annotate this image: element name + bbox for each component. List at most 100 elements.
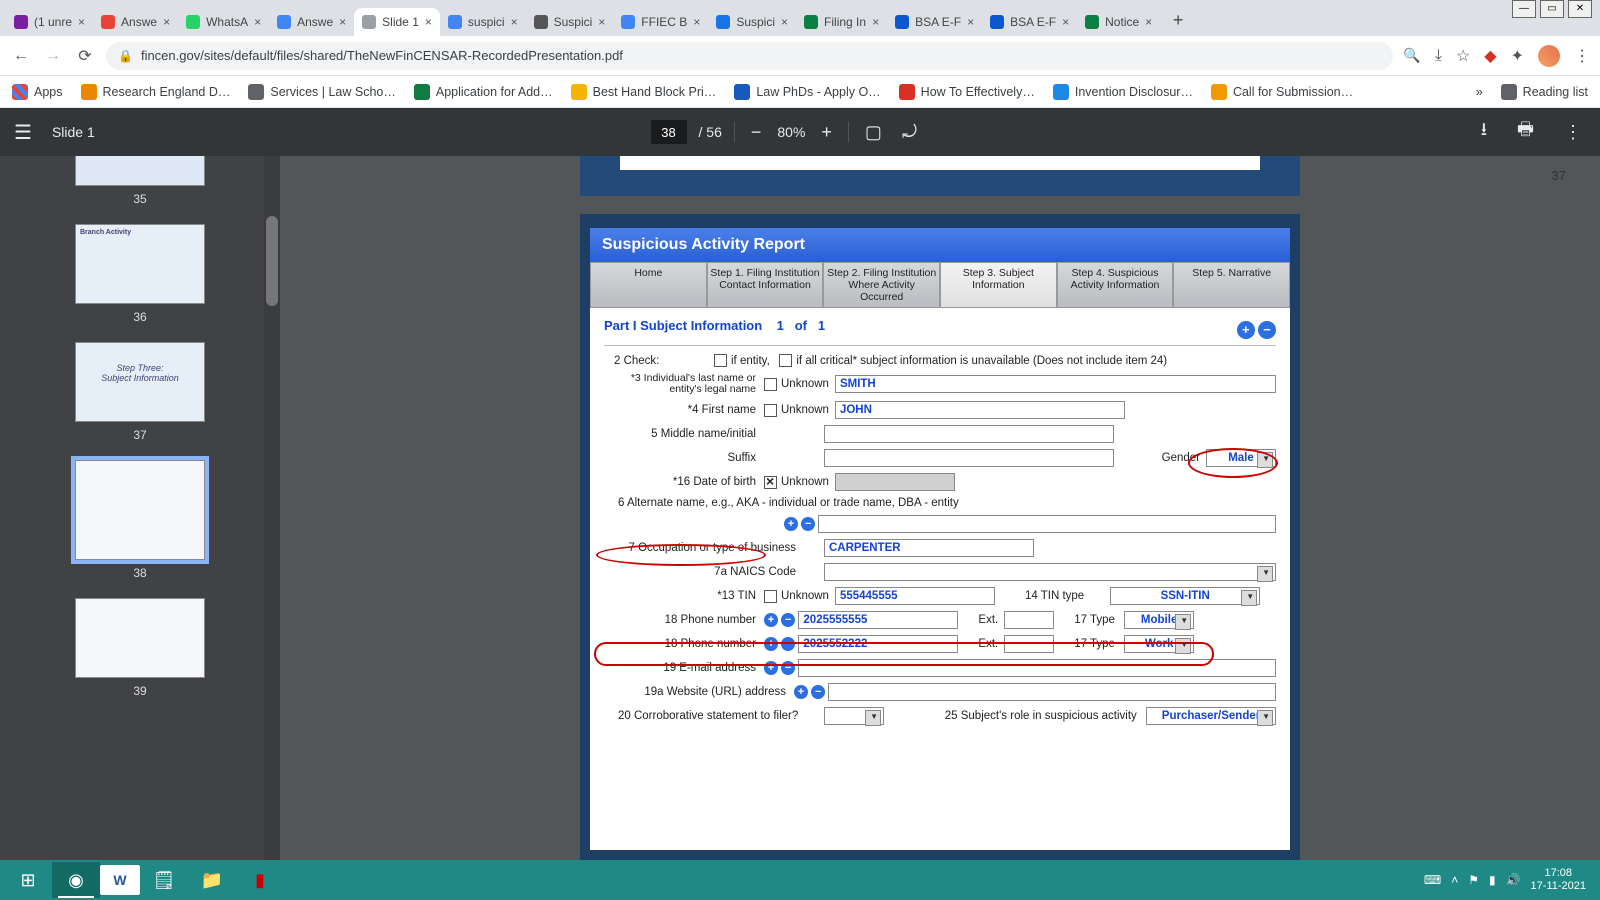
tray-volume-icon[interactable]: 🔊 xyxy=(1506,873,1521,887)
middle-input[interactable] xyxy=(824,425,1114,443)
reload-button[interactable]: ⟳ xyxy=(74,46,96,66)
phone1-input[interactable] xyxy=(798,611,958,629)
forward-button[interactable]: → xyxy=(42,47,64,65)
bookmark-item[interactable]: How To Effectively… xyxy=(899,84,1035,100)
taskbar-explorer[interactable]: 📁 xyxy=(188,862,236,898)
slide-area[interactable]: 37 Suspicious Activity Report HomeStep 1… xyxy=(280,156,1600,860)
bookmark-item[interactable]: Best Hand Block Pri… xyxy=(571,84,717,100)
firstname-unknown-checkbox[interactable] xyxy=(764,404,777,417)
tintype-select[interactable]: SSN-ITIN▼ xyxy=(1110,587,1260,605)
thumbnail-selected[interactable] xyxy=(75,460,205,560)
altname-add-button[interactable]: + xyxy=(784,517,798,531)
bookmark-item[interactable]: Application for Add… xyxy=(414,84,553,100)
maximize-button[interactable]: ▭ xyxy=(1540,0,1564,18)
tin-unknown-checkbox[interactable] xyxy=(764,590,777,603)
new-tab-button[interactable]: + xyxy=(1164,8,1192,36)
phone1-type-select[interactable]: Mobile▼ xyxy=(1124,611,1194,629)
lastname-unknown-checkbox[interactable] xyxy=(764,378,777,391)
bookmarks-overflow[interactable]: » xyxy=(1476,85,1483,99)
print-button[interactable]: 🖶 xyxy=(1513,117,1538,147)
bookmark-item[interactable]: Invention Disclosur… xyxy=(1053,84,1193,100)
reading-list-button[interactable]: Reading list xyxy=(1501,84,1588,100)
bookmark-item[interactable]: Law PhDs - Apply O… xyxy=(734,84,880,100)
zoom-indicator-icon[interactable]: 🔍 xyxy=(1403,47,1420,64)
dob-unknown-checkbox[interactable] xyxy=(764,476,777,489)
bookmark-item[interactable]: Services | Law Scho… xyxy=(248,84,396,100)
altname-input[interactable] xyxy=(818,515,1276,533)
sar-step-tab[interactable]: Step 4. Suspicious Activity Information xyxy=(1057,262,1174,308)
thumbnail[interactable]: Step Three:Subject Information xyxy=(75,342,205,422)
tab-close-icon[interactable]: × xyxy=(693,15,700,29)
taskbar-mcafee[interactable]: ▮ xyxy=(236,862,284,898)
add-subject-button[interactable]: + xyxy=(1237,321,1255,339)
corroborative-select[interactable]: ▼ xyxy=(824,707,884,725)
sar-step-tab[interactable]: Step 3. Subject Information xyxy=(940,262,1057,308)
close-window-button[interactable]: ✕ xyxy=(1568,0,1592,18)
tab-close-icon[interactable]: × xyxy=(339,15,346,29)
remove-subject-button[interactable]: − xyxy=(1258,321,1276,339)
chrome-menu-icon[interactable]: ⋮ xyxy=(1574,46,1590,66)
tab-close-icon[interactable]: × xyxy=(1145,15,1152,29)
sar-step-tab[interactable]: Step 2. Filing Institution Where Activit… xyxy=(823,262,940,308)
tab-close-icon[interactable]: × xyxy=(967,15,974,29)
browser-tab[interactable]: (1 unre × xyxy=(6,8,93,36)
browser-tab[interactable]: BSA E-F × xyxy=(982,8,1077,36)
start-button[interactable]: ⊞ xyxy=(4,862,52,898)
gender-select[interactable]: Male▼ xyxy=(1206,449,1276,467)
pdf-menu-icon[interactable]: ☰ xyxy=(14,120,32,145)
email-remove-button[interactable]: − xyxy=(781,661,795,675)
thumbnail[interactable]: Branch Activity xyxy=(75,224,205,304)
sar-step-tab[interactable]: Step 1. Filing Institution Contact Infor… xyxy=(707,262,824,308)
browser-tab[interactable]: Suspici × xyxy=(526,8,614,36)
tab-close-icon[interactable]: × xyxy=(598,15,605,29)
download-button[interactable]: ⭳ xyxy=(1477,117,1491,147)
fit-page-button[interactable]: ▢ xyxy=(861,122,886,143)
minimize-button[interactable]: — xyxy=(1512,0,1536,18)
email-input[interactable] xyxy=(798,659,1276,677)
phone2-input[interactable] xyxy=(798,635,958,653)
tab-close-icon[interactable]: × xyxy=(872,15,879,29)
taskbar-sticky[interactable]: 🗒 xyxy=(140,862,188,898)
taskbar-word[interactable]: W xyxy=(100,865,140,895)
pdf-more-icon[interactable]: ⋮ xyxy=(1560,122,1586,143)
browser-tab[interactable]: Suspici × xyxy=(708,8,796,36)
thumbnail-scrollbar[interactable] xyxy=(264,156,280,860)
tin-input[interactable] xyxy=(835,587,995,605)
phone2-remove-button[interactable]: − xyxy=(781,637,795,651)
browser-tab[interactable]: Slide 1 × xyxy=(354,8,440,36)
bookmark-star-icon[interactable]: ☆ xyxy=(1456,46,1470,66)
tab-close-icon[interactable]: × xyxy=(781,15,788,29)
url-input[interactable] xyxy=(828,683,1276,701)
phone1-add-button[interactable]: + xyxy=(764,613,778,627)
browser-tab[interactable]: Notice × xyxy=(1077,8,1160,36)
bookmark-item[interactable]: Call for Submission… xyxy=(1211,84,1353,100)
tray-battery-icon[interactable]: ▮ xyxy=(1489,873,1496,887)
browser-tab[interactable]: BSA E-F × xyxy=(887,8,982,36)
tab-close-icon[interactable]: × xyxy=(425,15,432,29)
occupation-input[interactable] xyxy=(824,539,1034,557)
phone2-ext-input[interactable] xyxy=(1004,635,1054,653)
tray-flag-icon[interactable]: ⚑ xyxy=(1468,873,1479,887)
browser-tab[interactable]: Answe × xyxy=(269,8,354,36)
browser-tab[interactable]: Filing In × xyxy=(796,8,887,36)
taskbar-chrome[interactable]: ◉ xyxy=(52,862,100,898)
thumbnail[interactable] xyxy=(75,156,205,186)
back-button[interactable]: ← xyxy=(10,47,32,65)
url-add-button[interactable]: + xyxy=(794,685,808,699)
tab-close-icon[interactable]: × xyxy=(511,15,518,29)
suffix-input[interactable] xyxy=(824,449,1114,467)
browser-tab[interactable]: WhatsA × xyxy=(178,8,269,36)
browser-tab[interactable]: FFIEC B × xyxy=(613,8,708,36)
sar-step-tab[interactable]: Home xyxy=(590,262,707,308)
zoom-out-button[interactable]: − xyxy=(747,122,766,143)
tab-close-icon[interactable]: × xyxy=(1062,15,1069,29)
role-select[interactable]: Purchaser/Sender▼ xyxy=(1146,707,1276,725)
apps-button[interactable]: Apps xyxy=(12,84,63,100)
rotate-button[interactable]: ⤾ xyxy=(898,122,921,143)
extensions-icon[interactable]: ✦ xyxy=(1511,46,1524,66)
browser-tab[interactable]: suspici × xyxy=(440,8,526,36)
sar-step-tab[interactable]: Step 5. Narrative xyxy=(1173,262,1290,308)
bookmark-item[interactable]: Research England D… xyxy=(81,84,231,100)
naics-select[interactable]: ▼ xyxy=(824,563,1276,581)
browser-tab[interactable]: Answe × xyxy=(93,8,178,36)
